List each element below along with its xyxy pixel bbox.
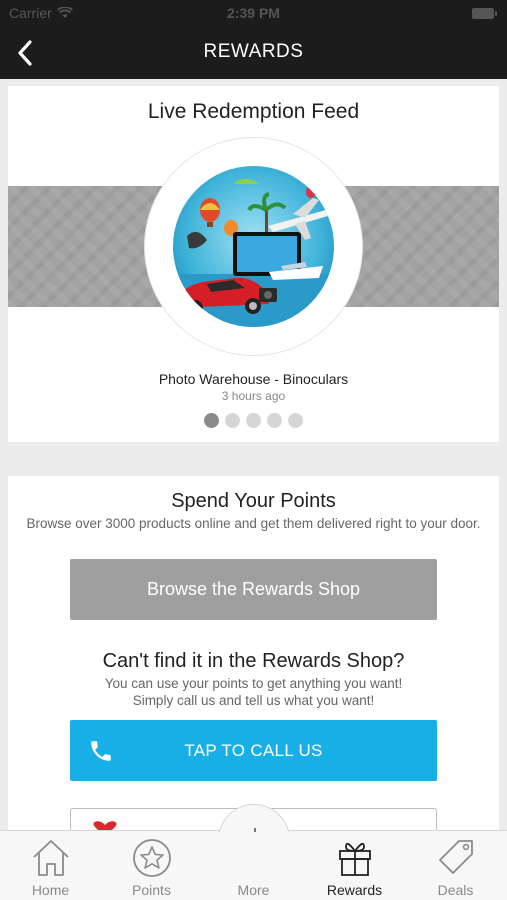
tag-icon [439, 840, 473, 874]
tab-rewards-label: Rewards [326, 882, 383, 898]
tab-points-label: Points [132, 882, 171, 898]
cant-find-line-2: Simply call us and tell us what you want… [132, 693, 375, 708]
carousel-dot-2[interactable] [225, 413, 240, 428]
tab-home[interactable]: Home [0, 831, 101, 900]
page-title: REWARDS [203, 41, 304, 62]
rewards-collage-image [173, 166, 334, 327]
spend-description: Browse over 3000 products online and get… [26, 516, 481, 531]
carousel-dot-5[interactable] [288, 413, 303, 428]
tab-more-label: More [237, 882, 270, 898]
redemption-feed-card: Live Redemption Feed Photo Warehouse - B… [8, 86, 499, 442]
carousel-dot-1[interactable] [204, 413, 219, 428]
tab-deals-label: Deals [437, 882, 474, 898]
tab-home-label: Home [31, 882, 70, 898]
tab-points[interactable]: Points [101, 831, 202, 900]
feed-title: Live Redemption Feed [147, 100, 360, 123]
browse-rewards-shop-button[interactable]: Browse the Rewards Shop [70, 559, 437, 620]
tab-more[interactable]: More [203, 831, 304, 900]
feed-item-time: 3 hours ago [221, 389, 286, 403]
cant-find-line-1: You can use your points to get anything … [104, 676, 403, 691]
navigation-bar: REWARDS [0, 26, 507, 79]
feed-item-name: Photo Warehouse - Binoculars [158, 371, 349, 387]
spend-title: Spend Your Points [171, 490, 336, 512]
status-time: 2:39 PM [227, 5, 280, 21]
tab-rewards[interactable]: Rewards [304, 831, 405, 900]
battery-icon [472, 8, 497, 19]
bottom-tab-bar: Home Points More Rewards Deals [0, 804, 507, 900]
carousel-dot-3[interactable] [246, 413, 261, 428]
spend-points-card: Spend Your Points Browse over 3000 produ… [8, 476, 499, 848]
home-icon [33, 840, 69, 876]
carousel-pagination [8, 413, 499, 428]
call-button-label: TAP TO CALL US [184, 741, 323, 760]
tab-deals[interactable]: Deals [405, 831, 506, 900]
carousel-dot-4[interactable] [267, 413, 282, 428]
cant-find-title: Can't find it in the Rewards Shop? [102, 650, 405, 672]
feed-image-frame[interactable] [145, 138, 362, 355]
gift-icon [339, 842, 371, 876]
status-bar: Carrier 2:39 PM [0, 0, 507, 26]
cant-find-description: You can use your points to get anything … [20, 675, 487, 709]
star-icon [133, 839, 171, 877]
tap-to-call-button[interactable]: TAP TO CALL US [70, 720, 437, 781]
